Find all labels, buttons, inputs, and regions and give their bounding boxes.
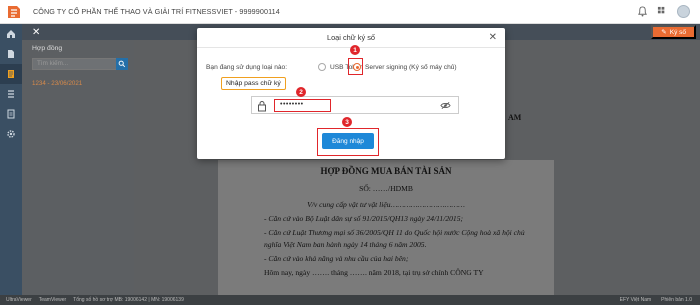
rail-documents[interactable] (0, 44, 22, 64)
dialog-title: Loại chữ ký số (326, 33, 376, 42)
panel-title: Hợp đồng (32, 45, 63, 52)
doc-number: SỐ: ……/HDMB (359, 184, 413, 193)
callout-enter-password: Nhập pass chữ ký (221, 77, 286, 90)
lock-icon (258, 101, 266, 112)
annotation-box-3 (317, 128, 379, 156)
contract-icon (8, 70, 14, 78)
left-nav-rail (0, 24, 22, 295)
doc-line: Hôm nay, ngày ……. tháng ……. năm 2018, tạ… (264, 268, 484, 277)
report-icon (7, 109, 15, 119)
file-icon (8, 50, 14, 58)
user-avatar[interactable] (677, 5, 690, 18)
search-icon (118, 60, 126, 68)
contract-list-item[interactable]: 1234 - 23/06/2021 (32, 80, 82, 87)
gear-icon (7, 130, 15, 138)
rail-reports[interactable] (0, 104, 22, 124)
status-bar: UltraViewer TeamViewer Tổng số hồ sơ trợ… (0, 295, 700, 305)
search-placeholder: Tìm kiếm... (37, 60, 69, 67)
doc-line: nghĩa Việt Nam ban hành ngày 14 tháng 6 … (264, 240, 427, 249)
status-company: EFY Việt Nam (619, 297, 652, 303)
notification-icon[interactable] (637, 6, 648, 17)
document-page: HỢP ĐỒNG MUA BÁN TÀI SẢN SỐ: ……/HDMB V/v… (218, 160, 554, 295)
search-button[interactable] (116, 58, 128, 70)
status-item: TeamViewer (38, 297, 67, 303)
rail-settings[interactable] (0, 124, 22, 144)
contract-list-panel: Hợp đồng (22, 40, 134, 295)
status-item: UltraViewer (6, 297, 32, 303)
sign-button-label: Ký số (669, 28, 686, 36)
annotation-badge-2: 2 (296, 87, 306, 97)
doc-line: - Căn cứ vào khả năng và nhu cầu của hai… (264, 254, 409, 263)
top-bar: CÔNG TY CỔ PHẦN THỂ THAO VÀ GIẢI TRÍ FIT… (0, 0, 700, 24)
annotation-badge-3: 3 (342, 117, 352, 127)
rail-list[interactable] (0, 84, 22, 104)
doc-line: - Căn cứ Luật Thương mại số 36/2005/QH 1… (264, 228, 525, 237)
annotation-box-1 (348, 58, 363, 75)
status-version: Phiên bản 1.0 (661, 297, 692, 303)
status-item: Tổng số hồ sơ trợ MB: 19006142 | MN: 190… (73, 297, 184, 303)
option-server-signing[interactable]: Server signing (Ký số máy chủ) (353, 63, 457, 71)
sign-button[interactable]: ✎ Ký số (651, 25, 696, 39)
search-input[interactable]: Tìm kiếm... (32, 58, 126, 70)
doc-title: HỢP ĐỒNG MUA BÁN TÀI SẢN (320, 166, 452, 176)
annotation-badge-1: 1 (350, 45, 360, 55)
annotation-box-2 (274, 99, 331, 112)
radio-usb-token[interactable] (318, 63, 326, 71)
close-icon[interactable]: ✕ (32, 27, 40, 38)
signature-type-question: Bạn đang sử dụng loại nào: (206, 64, 288, 71)
pen-icon: ✎ (661, 29, 667, 36)
grid-apps-icon[interactable] (657, 6, 668, 17)
doc-subject: V/v cung cấp vật tư vật liệu…………………………… (307, 200, 465, 209)
status-right: EFY Việt Nam Phiên bản 1.0 (620, 297, 692, 303)
rail-contracts[interactable] (0, 64, 22, 84)
doc-line: - Căn cứ vào Bộ Luật dân sự số 91/2015/Q… (264, 214, 464, 223)
list-icon (8, 90, 14, 98)
eye-slash-icon[interactable] (440, 101, 451, 110)
doc-behind-text: AM (508, 113, 522, 122)
app-logo (3, 1, 25, 23)
option-label: Server signing (Ký số máy chủ) (365, 63, 457, 71)
close-icon[interactable]: ✕ (489, 32, 497, 43)
company-name: CÔNG TY CỔ PHẦN THỂ THAO VÀ GIẢI TRÍ FIT… (33, 7, 280, 16)
home-icon (7, 30, 15, 38)
rail-home[interactable] (0, 24, 22, 44)
